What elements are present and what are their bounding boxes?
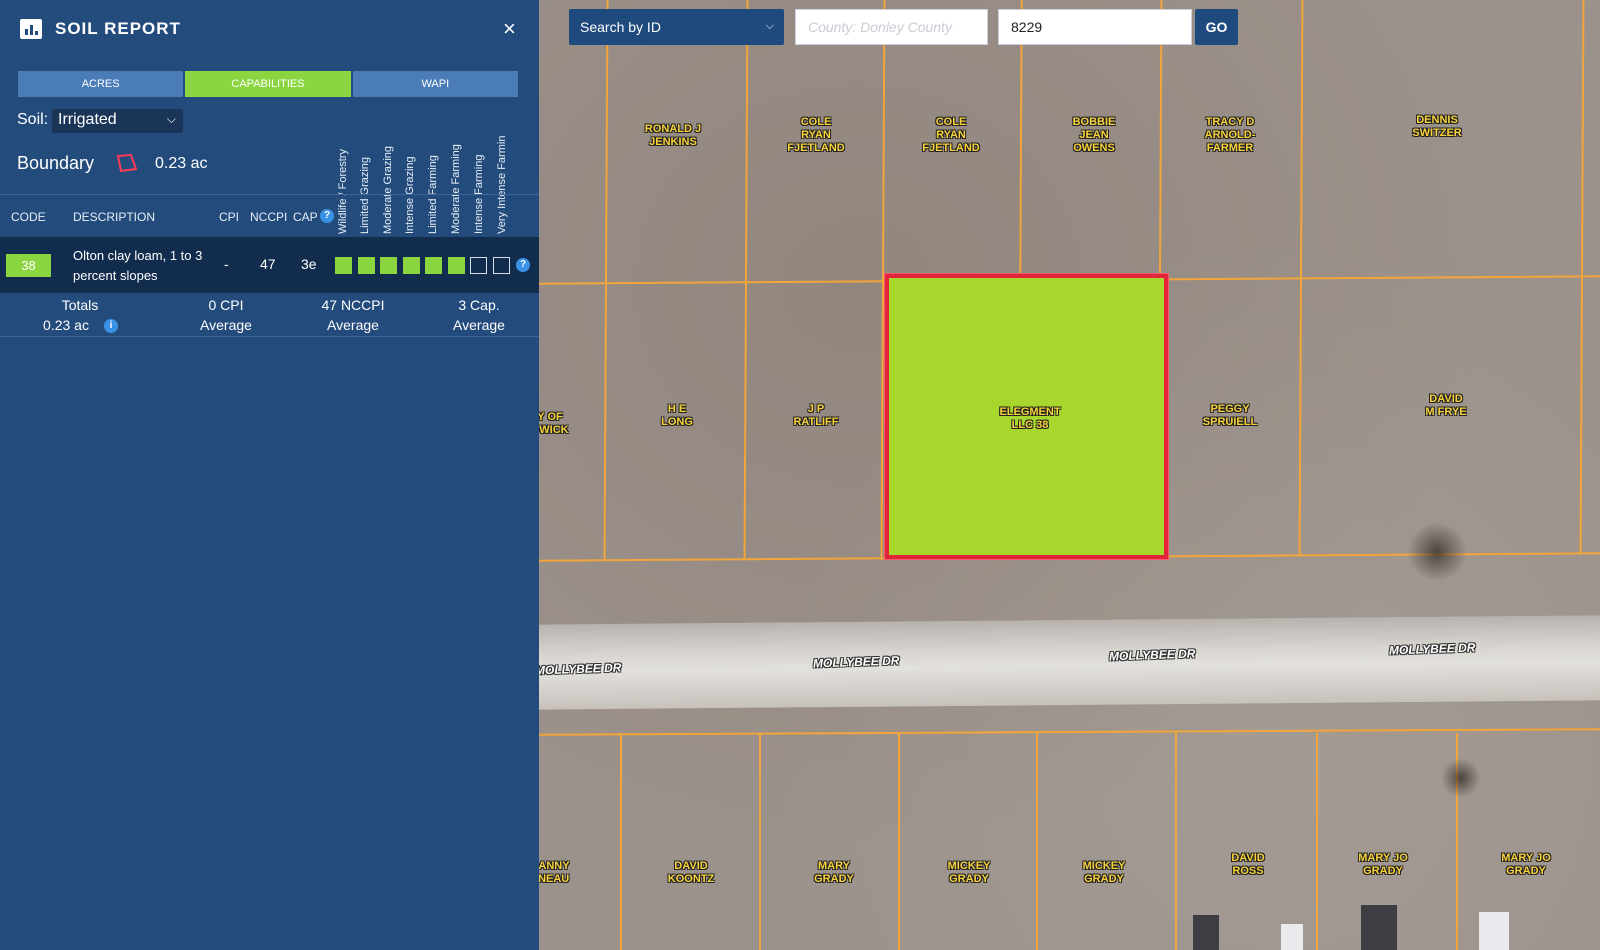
parcel-boundary-line [743,0,749,561]
owner-label: DANNY ENEAU [539,860,570,885]
soil-description: Olton clay loam, 1 to 3 percent slopes [73,248,203,283]
capability-square [425,257,442,274]
chevron-down-icon: ⌵ [765,20,774,32]
owner-label: MARY JO GRADY [1358,852,1408,877]
tab-acres[interactable]: ACRES [18,71,184,97]
capability-square [470,257,487,274]
bar-chart-icon [20,19,42,39]
street-label: MOLLYBEE DR [1108,646,1196,664]
capability-square [447,257,465,274]
owner-label: COLE RYAN FJETLAND [787,116,845,154]
tree [1407,522,1467,582]
owner-label: COLE RYAN FJETLAND [922,116,980,154]
row-help-icon[interactable]: ? [516,258,530,272]
parcel-boundary-line [620,733,622,950]
boundary-value: 0.23 ac [155,155,208,172]
owner-label: TRACY D ARNOLD- FARMER [1204,116,1256,154]
owner-label: MARY JO GRADY [1501,852,1551,877]
owner-label: H E LONG [661,403,693,428]
soil-select-value: Irrigated [58,111,117,128]
totals-cap-sub: Average [453,317,505,333]
soil-report-panel: SOIL REPORT × ACRES CAPABILITIES WAPI So… [0,0,539,950]
capability-square [402,257,420,274]
col-description: DESCRIPTION [73,210,156,224]
building [1281,924,1303,950]
totals-nccpi-sub: Average [327,317,379,333]
col-code: CODE [11,210,46,224]
col-cap: CAP [293,210,318,224]
close-icon[interactable]: × [503,16,516,42]
totals-cap: 3 Cap. [458,297,500,313]
parcel-boundary-line [898,733,900,950]
search-mode-select[interactable]: Search by ID ⌵ [569,9,784,45]
panel-header: SOIL REPORT × [0,0,539,58]
capability-square [380,257,397,274]
totals-row: Totals 0.23 ac i 0 CPI Average 47 NCCPI … [0,295,539,337]
owner-label: MICKEY GRADY [947,860,991,885]
panel-title: SOIL REPORT [55,19,181,38]
totals-cpi: 0 CPI [208,297,244,313]
capability-square [492,257,510,274]
totals-cpi-sub: Average [200,317,252,333]
table-row[interactable]: 38 Olton clay loam, 1 to 3 percent slope… [0,237,539,293]
building [1479,912,1509,950]
parcel-boundary-line [759,733,761,950]
tab-capabilities[interactable]: CAPABILITIES [185,71,351,97]
row-cap: 3e [301,256,317,272]
chevron-down-icon: ⌵ [166,112,176,126]
capability-square [357,257,375,274]
owner-label: DENNIS SWITZER [1412,114,1462,139]
street-label: MOLLYBEE DR [812,653,900,671]
parcel-boundary-line [1036,733,1038,950]
street-label: MOLLYBEE DR [1388,640,1476,658]
owner-label: DAVID M FRYE [1425,393,1467,418]
tab-wapi[interactable]: WAPI [352,71,518,97]
owner-label: DAVID KOONTZ [667,860,715,885]
owner-label: RONALD J JENKINS [644,123,702,148]
owner-label: BOBBIE JEAN OWENS [1072,116,1116,154]
parcel-boundary-line [1175,733,1177,950]
row-cpi: - [224,256,229,272]
search-mode-value: Search by ID [580,19,661,35]
owner-label: PEGGY SPRUIELL [1202,403,1258,428]
totals-nccpi: 47 NCCPI [321,297,385,313]
owner-label: DAVID ROSS [1231,852,1265,877]
row-nccpi: 47 [260,256,276,272]
selected-parcel[interactable]: ELEGMENT LLC 38 [885,274,1168,559]
soil-code-badge: 38 [6,254,51,277]
go-button[interactable]: GO [1195,9,1238,45]
owner-label: J P RATLIFF [793,403,839,428]
parcel-boundary-line [1579,0,1585,556]
col-nccpi: NCCPI [250,210,288,224]
cap-help-icon[interactable]: ? [320,209,334,223]
parcel-boundary-line [1316,733,1318,950]
boundary-polygon-icon [116,153,138,173]
owner-label: MICKEY GRADY [1082,860,1126,885]
road [539,615,1600,710]
county-input[interactable] [795,9,988,45]
tree [1441,758,1481,798]
table-header: CODE DESCRIPTION CPI NCCPI CAP ? [0,194,539,235]
building [1361,905,1397,950]
soil-label: Soil: [17,111,49,128]
parcel-boundary-line [539,728,1600,736]
info-icon[interactable]: i [104,319,118,333]
report-tabs: ACRES CAPABILITIES WAPI [18,71,518,97]
col-cpi: CPI [219,210,240,224]
parcel-boundary-line [603,0,609,561]
owner-label: Y OF DWICK [539,411,569,436]
parcel-id-input[interactable] [998,9,1192,45]
totals-label: Totals [61,297,99,313]
building [1193,915,1219,950]
capability-square [335,257,352,274]
boundary-label: Boundary [17,153,95,173]
parcel-map[interactable]: ELEGMENT LLC 38 RONALD J JENKINS COLE RY… [539,0,1600,950]
selected-owner-label: ELEGMENT LLC 38 [999,406,1061,431]
owner-label: MARY GRADY [814,860,854,885]
soil-select[interactable]: Irrigated ⌵ [52,109,183,133]
